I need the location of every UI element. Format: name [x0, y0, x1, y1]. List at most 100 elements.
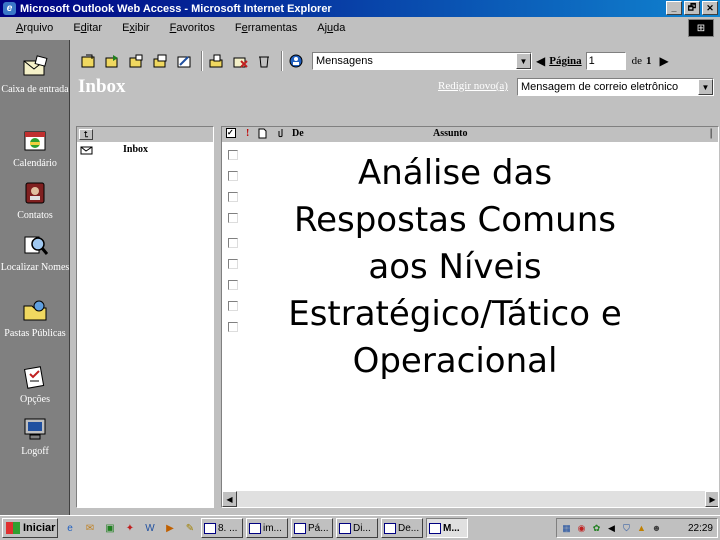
nav-public-folders[interactable]: Pastas Públicas — [0, 298, 70, 340]
network-icon[interactable]: ▦ — [560, 522, 573, 535]
menu-arquivo[interactable]: Arquivo — [4, 22, 61, 34]
horizontal-scrollbar[interactable]: ◀ ▶ — [222, 491, 718, 507]
menu-exibir[interactable]: Exibir — [110, 22, 158, 34]
nav-inbox[interactable]: Caixa de entrada — [0, 54, 70, 96]
new-folder-icon[interactable] — [78, 51, 98, 71]
delete-folder-icon[interactable] — [126, 51, 146, 71]
start-button[interactable]: Iniciar — [2, 518, 58, 538]
message-row-checkbox[interactable] — [228, 238, 238, 248]
menu-favoritos[interactable]: Favoritos — [158, 22, 223, 34]
menu-bar: Arquivo Editar Exibir Favoritos Ferramen… — [0, 17, 720, 39]
task-button-4[interactable]: Di... — [336, 518, 378, 538]
move-folder-icon[interactable] — [102, 51, 122, 71]
importance-column[interactable]: ! — [246, 128, 249, 139]
quicklaunch-desktop-icon[interactable]: ▣ — [102, 520, 118, 536]
menu-ferramentas[interactable]: Ferramentas — [223, 22, 305, 34]
inbox-icon — [21, 54, 49, 80]
task-icon — [294, 522, 306, 534]
message-type-icon[interactable] — [258, 128, 267, 142]
task-icon — [249, 522, 261, 534]
empty-trash-icon[interactable] — [254, 51, 274, 71]
message-row-checkbox[interactable] — [228, 192, 238, 202]
task-button-2[interactable]: im... — [246, 518, 288, 538]
message-row-checkbox[interactable] — [228, 259, 238, 269]
message-row-checkbox[interactable] — [228, 171, 238, 181]
subject-column[interactable]: Assunto — [433, 128, 467, 139]
task-button-3[interactable]: Pá... — [291, 518, 333, 538]
menu-ajuda[interactable]: Ajuda — [305, 22, 353, 34]
message-row-checkbox[interactable] — [228, 280, 238, 290]
main-pane: Mensagens ▼ ◀ Página 1 de 1 ▶ Inbox Redi… — [70, 40, 720, 515]
scroll-left-icon[interactable]: ◀ — [222, 491, 237, 507]
message-row-checkbox[interactable] — [228, 213, 238, 223]
minimize-button[interactable]: _ — [666, 1, 682, 15]
tray-warning-icon[interactable]: ▲ — [635, 522, 648, 535]
antivirus-icon[interactable]: ◉ — [575, 522, 588, 535]
delete-message-icon[interactable] — [230, 51, 250, 71]
speaker-icon[interactable]: ◀ — [605, 522, 618, 535]
mail-toolbar: Mensagens ▼ ◀ Página 1 de 1 ▶ — [78, 46, 718, 76]
maximize-button[interactable]: 🗗 — [684, 1, 700, 15]
slide-title: Análise das Respostas Comuns aos Níveis … — [288, 153, 622, 381]
up-folder-icon: ⮤ — [79, 129, 93, 140]
quicklaunch-media-icon[interactable]: ✦ — [122, 520, 138, 536]
task-button-5[interactable]: De... — [381, 518, 423, 538]
compose-new-link[interactable]: Redigir novo(a) — [438, 80, 508, 92]
page-label[interactable]: Página — [549, 55, 581, 67]
outlook-nav-bar: Caixa de entrada Calendário Contatos Loc… — [0, 40, 70, 515]
logoff-icon — [21, 416, 49, 442]
quicklaunch-pen-icon[interactable]: ✎ — [182, 520, 198, 536]
quicklaunch-outlook-icon[interactable]: ✉ — [82, 520, 98, 536]
task-button-1[interactable]: 8. ... — [201, 518, 243, 538]
quicklaunch-arrow-icon[interactable]: ▶ — [162, 520, 178, 536]
chevron-down-icon[interactable]: ▼ — [516, 53, 531, 69]
tray-chat-icon[interactable]: ☻ — [650, 522, 663, 535]
from-column[interactable]: De — [292, 128, 304, 139]
taskbar: Iniciar e ✉ ▣ ✦ W ▶ ✎ 8. ... im... Pá...… — [0, 515, 720, 540]
quicklaunch-word-icon[interactable]: W — [142, 520, 158, 536]
compose-type-select[interactable]: Mensagem de correio eletrônico ▼ — [517, 78, 714, 96]
inbox-folder-icon — [79, 144, 93, 155]
previous-page-icon[interactable]: ◀ — [536, 54, 545, 68]
menu-editar[interactable]: Editar — [61, 22, 110, 34]
folder-tree: ⮤ Inbox — [76, 126, 214, 508]
nav-calendar[interactable]: Calendário — [0, 128, 70, 170]
windows-logo-icon: ⊞ — [688, 19, 714, 37]
message-row-checkbox[interactable] — [228, 301, 238, 311]
nav-contacts[interactable]: Contatos — [0, 180, 70, 222]
scroll-right-icon[interactable]: ▶ — [705, 491, 718, 507]
task-icon — [339, 522, 351, 534]
message-row-checkbox[interactable] — [228, 322, 238, 332]
tree-item-inbox[interactable]: Inbox — [77, 142, 213, 157]
close-button[interactable]: ✕ — [702, 1, 718, 15]
rename-folder-icon[interactable] — [174, 51, 194, 71]
calendar-icon — [21, 128, 49, 154]
find-names-icon — [21, 232, 49, 258]
nav-options[interactable]: Opções — [0, 364, 70, 406]
task-icon — [384, 522, 396, 534]
message-row-checkbox[interactable] — [228, 150, 238, 160]
tree-item-up[interactable]: ⮤ — [77, 127, 213, 142]
clock[interactable]: 22:29 — [688, 523, 717, 534]
task-button-6[interactable]: M... — [426, 518, 468, 538]
select-all-checkbox[interactable]: ✓ — [226, 128, 236, 138]
task-icon — [204, 522, 216, 534]
address-book-icon[interactable] — [286, 51, 306, 71]
page-number-input[interactable]: 1 — [585, 52, 626, 70]
chevron-down-icon[interactable]: ▼ — [698, 79, 713, 95]
copy-folder-icon[interactable] — [150, 51, 170, 71]
move-message-icon[interactable] — [206, 51, 226, 71]
windows-flag-icon — [6, 522, 20, 534]
folder-view-select[interactable]: Mensagens ▼ — [312, 52, 532, 70]
public-folders-icon — [21, 298, 49, 324]
ie-icon: e — [3, 2, 16, 15]
options-icon — [21, 364, 49, 390]
attachment-icon[interactable] — [278, 128, 286, 142]
quicklaunch-ie-icon[interactable]: e — [62, 520, 78, 536]
tray-app-icon[interactable]: ✿ — [590, 522, 603, 535]
window-titlebar[interactable]: e Microsoft Outlook Web Access - Microso… — [0, 0, 720, 17]
shield-icon[interactable]: ⛉ — [620, 522, 633, 535]
nav-logoff[interactable]: Logoff — [0, 416, 70, 458]
nav-find-names[interactable]: Localizar Nomes — [0, 232, 70, 274]
next-page-icon[interactable]: ▶ — [660, 54, 669, 68]
